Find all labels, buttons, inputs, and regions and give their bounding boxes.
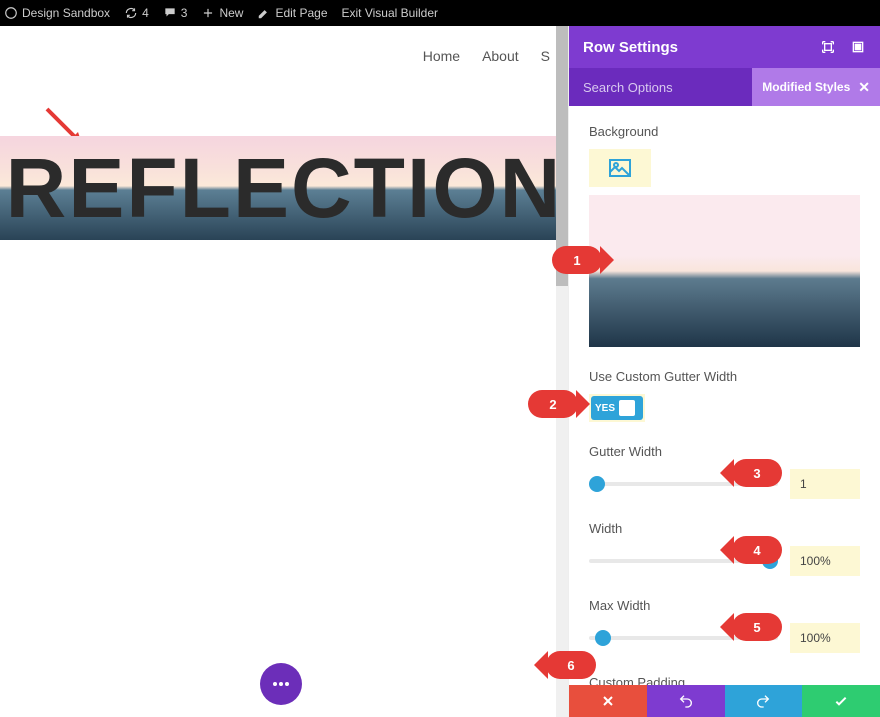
hero-section[interactable]: REFLECTION [0,136,568,240]
width-field: Width 4 100% [589,521,860,576]
slider-thumb[interactable] [589,476,605,492]
admin-exit[interactable]: Exit Visual Builder [342,6,439,20]
admin-comments[interactable]: 3 [163,6,188,20]
max-width-label: Max Width [589,598,860,613]
admin-site[interactable]: Design Sandbox [4,6,110,20]
save-button[interactable] [802,685,880,717]
close-icon[interactable]: ✕ [858,79,870,96]
callout-5: 5 [732,613,782,641]
slider-thumb[interactable] [595,630,611,646]
undo-button[interactable] [647,685,725,717]
width-value[interactable]: 100% [790,546,860,576]
expand-icon[interactable] [850,39,866,55]
settings-panel: Row Settings Search Options Modified Sty… [568,26,880,717]
preview-scrollbar[interactable] [556,26,568,717]
admin-updates[interactable]: 4 [124,6,149,20]
fullscreen-icon[interactable] [820,39,836,55]
admin-bar: Design Sandbox 4 3 New Edit Page Exit Vi… [0,0,880,26]
panel-body: Background Use Custom Gutter Width YES G… [569,106,880,685]
callout-6: 6 [546,651,596,679]
padding-label: Custom Padding [589,675,860,685]
page-preview: Home About S REFLECTION 1 2 6 [0,26,568,717]
max-width-value[interactable]: 100% [790,623,860,653]
width-label: Width [589,521,860,536]
panel-header: Row Settings [569,26,880,68]
site-nav: Home About S [0,26,568,84]
toggle-knob [619,400,635,416]
callout-4: 4 [732,536,782,564]
admin-updates-count: 4 [142,6,149,20]
background-image-tab[interactable] [589,149,651,187]
callout-1: 1 [552,246,602,274]
gutter-toggle-field: Use Custom Gutter Width YES [589,369,860,422]
panel-subheader: Search Options Modified Styles ✕ [569,68,880,106]
gutter-width-value[interactable]: 1 [790,469,860,499]
admin-new-label: New [219,6,243,20]
admin-comments-count: 3 [181,6,188,20]
hero-title: REFLECTION [6,140,563,237]
redo-button[interactable] [725,685,803,717]
gutter-width-field: Gutter Width 3 1 [589,444,860,499]
max-width-field: Max Width 5 100% [589,598,860,653]
admin-new[interactable]: New [201,6,243,20]
search-options[interactable]: Search Options [569,68,752,106]
panel-actions [569,685,880,717]
nav-home[interactable]: Home [423,48,460,64]
page-settings-fab[interactable] [260,663,302,705]
gutter-toggle-label: Use Custom Gutter Width [589,369,860,384]
admin-edit-label: Edit Page [275,6,327,20]
nav-last[interactable]: S [541,48,550,64]
background-label: Background [589,124,860,139]
cancel-button[interactable] [569,685,647,717]
nav-about[interactable]: About [482,48,519,64]
background-preview[interactable] [589,195,860,347]
admin-site-label: Design Sandbox [22,6,110,20]
callout-2: 2 [528,390,578,418]
padding-field: Custom Padding 0px 0px Top [589,675,860,685]
gutter-width-label: Gutter Width [589,444,860,459]
modified-styles-badge[interactable]: Modified Styles ✕ [752,68,880,106]
modified-styles-label: Modified Styles [762,80,850,94]
background-field: Background [589,124,860,347]
admin-edit[interactable]: Edit Page [257,6,327,20]
admin-exit-label: Exit Visual Builder [342,6,439,20]
panel-title: Row Settings [583,39,678,56]
callout-3: 3 [732,459,782,487]
